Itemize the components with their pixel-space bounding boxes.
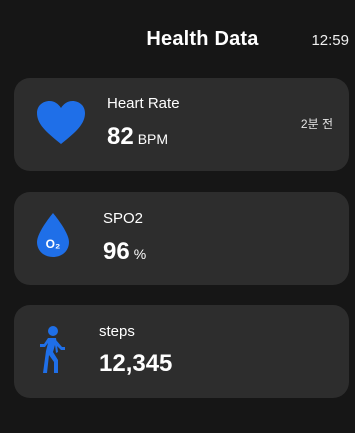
heart-rate-card[interactable]: Heart Rate 82 BPM 2분 전: [14, 78, 349, 171]
health-data-screen: Health Data 12:59 Heart Rate 82 BPM 2분 전 …: [0, 0, 355, 433]
spo2-label: SPO2: [103, 210, 144, 227]
oxygen-drop-text: O₂: [46, 237, 61, 251]
steps-value: 12,345: [99, 350, 173, 377]
steps-reading: 12,345: [99, 350, 172, 378]
last-updated-text: 2분 전: [300, 117, 333, 131]
steps-card[interactable]: steps 12,345: [14, 305, 349, 398]
heart-rate-reading: 82 BPM: [107, 123, 168, 151]
bottom-bar: [0, 407, 355, 433]
clock-time: 12:59: [311, 32, 349, 49]
spo2-value: 96: [103, 238, 130, 265]
header: Health Data 12:59: [0, 0, 355, 70]
heart-rate-value: 82: [107, 123, 134, 150]
page-title: Health Data: [146, 28, 259, 50]
steps-label: steps: [99, 323, 135, 340]
spo2-card[interactable]: O₂ SPO2 96%: [14, 192, 349, 285]
heart-rate-label: Heart Rate: [107, 95, 180, 112]
walking-person-icon: [40, 326, 65, 373]
spo2-unit: %: [133, 246, 147, 262]
oxygen-drop-icon: O₂: [37, 213, 69, 257]
spo2-reading: 96%: [103, 238, 146, 266]
heart-rate-unit: BPM: [137, 131, 169, 147]
heart-icon: [37, 101, 85, 144]
